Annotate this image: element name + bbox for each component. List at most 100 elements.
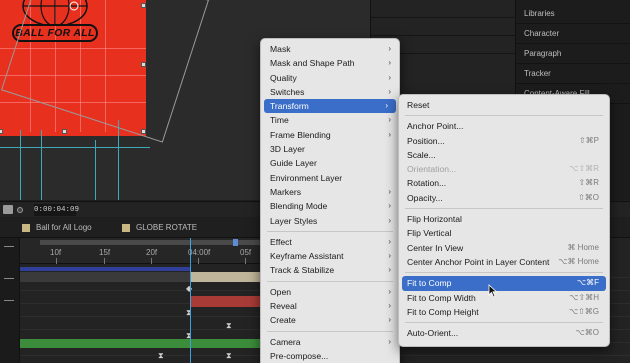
menu-item-time[interactable]: Time › xyxy=(261,113,399,127)
menu-item-pre-compose[interactable]: Pre-compose... xyxy=(261,349,399,363)
chevron-right-icon: › xyxy=(388,115,391,125)
submenu-item-opacity[interactable]: Opacity... ⇧⌘O xyxy=(399,191,609,205)
submenu-item-auto-orient[interactable]: Auto-Orient... ⌥⌘O xyxy=(399,326,609,340)
submenu-item-scale[interactable]: Scale... xyxy=(399,148,609,162)
menu-item-label: Frame Blending xyxy=(270,129,331,140)
layer-context-menu[interactable]: Mask › Mask and Shape Path › Quality › Switche… xyxy=(260,38,400,363)
guide-line xyxy=(0,147,150,148)
chevron-right-icon: › xyxy=(385,101,388,111)
menu-item-mask[interactable]: Mask › xyxy=(261,42,399,56)
show-snapshot-icon[interactable] xyxy=(17,207,23,213)
camera-snapshot-icon[interactable] xyxy=(3,205,13,214)
chevron-right-icon: › xyxy=(388,315,391,325)
layer-switches-gutter xyxy=(0,238,20,363)
menu-separator xyxy=(405,115,603,117)
keyframe-hourglass[interactable]: ⧗ xyxy=(158,351,164,361)
transform-handle[interactable] xyxy=(0,129,3,134)
layer-duration-bar[interactable] xyxy=(190,272,260,282)
menu-item-quality[interactable]: Quality › xyxy=(261,71,399,85)
current-time-display[interactable]: 0:00:04:09 xyxy=(34,204,79,216)
menu-item-blending-mode[interactable]: Blending Mode › xyxy=(261,199,399,213)
keyboard-shortcut: ⇧⌘R xyxy=(578,178,599,188)
menu-item-environment-layer[interactable]: Environment Layer xyxy=(261,171,399,185)
ruler-tick xyxy=(198,258,199,264)
menu-item-markers[interactable]: Markers › xyxy=(261,185,399,199)
transform-handle[interactable] xyxy=(62,129,67,134)
submenu-item-center-in-view[interactable]: Center In View ⌘ Home xyxy=(399,241,609,255)
menu-item-open[interactable]: Open › xyxy=(261,285,399,299)
chevron-right-icon: › xyxy=(388,72,391,82)
layer-duration-bar[interactable] xyxy=(20,272,190,282)
submenu-item-orientation: Orientation... ⌥⇧⌘R xyxy=(399,162,609,176)
submenu-item-flip-vertical[interactable]: Flip Vertical xyxy=(399,226,609,240)
panel-paragraph[interactable]: Paragraph xyxy=(516,44,630,64)
submenu-item-label: Auto-Orient... xyxy=(407,328,459,339)
menu-item-keyframe-assistant[interactable]: Keyframe Assistant › xyxy=(261,249,399,263)
submenu-item-reset[interactable]: Reset xyxy=(399,98,609,112)
chevron-right-icon: › xyxy=(388,186,391,196)
submenu-item-center-anchor-point-in-layer-content[interactable]: Center Anchor Point in Layer Content ⌥⌘ H… xyxy=(399,255,609,269)
menu-item-label: Transform xyxy=(270,101,309,112)
keyboard-shortcut: ⌥⌘F xyxy=(576,278,599,288)
submenu-item-fit-to-comp-height[interactable]: Fit to Comp Height ⌥⇧⌘G xyxy=(399,305,609,319)
comp-icon[interactable] xyxy=(4,246,14,247)
menu-item-label: Guide Layer xyxy=(270,158,317,169)
work-area-bar[interactable] xyxy=(40,240,290,245)
menu-separator xyxy=(267,230,393,232)
panel-libraries[interactable]: Libraries xyxy=(516,4,630,24)
menu-item-label: Create xyxy=(270,315,296,326)
layer-duration-bar[interactable] xyxy=(190,296,260,307)
current-time-indicator[interactable] xyxy=(190,238,191,363)
menu-item-transform[interactable]: Transform › xyxy=(264,99,396,114)
chevron-right-icon: › xyxy=(388,301,391,311)
menu-item-label: Markers xyxy=(270,186,302,197)
menu-item-3d-layer[interactable]: 3D Layer xyxy=(261,142,399,156)
submenu-item-fit-to-comp[interactable]: Fit to Comp ⌥⌘F xyxy=(402,276,606,291)
menu-item-track-stabilize[interactable]: Track & Stabilize › xyxy=(261,263,399,277)
layer-toggle-icon[interactable] xyxy=(4,300,14,301)
layer-toggle-icon[interactable] xyxy=(4,278,14,279)
menu-item-label: Switches xyxy=(270,86,305,97)
chevron-right-icon: › xyxy=(388,201,391,211)
submenu-item-label: Fit to Comp Height xyxy=(407,306,479,317)
menu-item-camera[interactable]: Camera › xyxy=(261,335,399,349)
transform-handle[interactable] xyxy=(141,129,146,134)
submenu-item-flip-horizontal[interactable]: Flip Horizontal xyxy=(399,212,609,226)
submenu-item-position[interactable]: Position... ⇧⌘P xyxy=(399,134,609,148)
menu-item-guide-layer[interactable]: Guide Layer xyxy=(261,156,399,170)
layer-duration-bar[interactable] xyxy=(20,267,190,271)
tab-globe-rotate[interactable]: GLOBE ROTATE xyxy=(122,222,197,234)
menu-item-mask-and-shape-path[interactable]: Mask and Shape Path › xyxy=(261,56,399,70)
menu-item-frame-blending[interactable]: Frame Blending › xyxy=(261,128,399,142)
panel-tracker[interactable]: Tracker xyxy=(516,64,630,84)
transform-handle[interactable] xyxy=(141,62,146,67)
submenu-item-label: Center In View xyxy=(407,242,464,253)
time-ruler[interactable]: 10f 15f 20f 04:00f 05f xyxy=(20,238,290,264)
keyframe-hourglass[interactable]: ⧗ xyxy=(226,321,232,331)
ruler-tick xyxy=(56,258,57,264)
ruler-tick-label: 04:00f xyxy=(188,248,211,257)
menu-item-create[interactable]: Create › xyxy=(261,313,399,327)
tab-color-swatch xyxy=(122,224,130,232)
chevron-right-icon: › xyxy=(388,236,391,246)
menu-item-label: Mask and Shape Path xyxy=(270,58,355,69)
menu-item-effect[interactable]: Effect › xyxy=(261,235,399,249)
tab-ball-for-all-logo[interactable]: Ball for All Logo xyxy=(22,222,92,234)
submenu-item-rotation[interactable]: Rotation... ⇧⌘R xyxy=(399,176,609,190)
ruler-tick xyxy=(104,258,105,264)
transform-submenu[interactable]: Reset Anchor Point... Position... ⇧⌘P Scale.… xyxy=(398,94,610,347)
layer-duration-bar[interactable] xyxy=(20,339,260,348)
submenu-item-anchor-point[interactable]: Anchor Point... xyxy=(399,119,609,133)
menu-item-layer-styles[interactable]: Layer Styles › xyxy=(261,214,399,228)
menu-item-label: 3D Layer xyxy=(270,144,305,155)
ruler-tick xyxy=(151,258,152,264)
work-area-end-handle[interactable] xyxy=(233,239,238,246)
panel-character[interactable]: Character xyxy=(516,24,630,44)
keyframe-hourglass[interactable]: ⧗ xyxy=(226,351,232,361)
submenu-item-label: Flip Vertical xyxy=(407,228,452,239)
submenu-item-fit-to-comp-width[interactable]: Fit to Comp Width ⌥⇧⌘H xyxy=(399,291,609,305)
menu-item-reveal[interactable]: Reveal › xyxy=(261,299,399,313)
menu-item-switches[interactable]: Switches › xyxy=(261,85,399,99)
transform-handle[interactable] xyxy=(141,3,146,8)
submenu-item-label: Rotation... xyxy=(407,178,447,189)
